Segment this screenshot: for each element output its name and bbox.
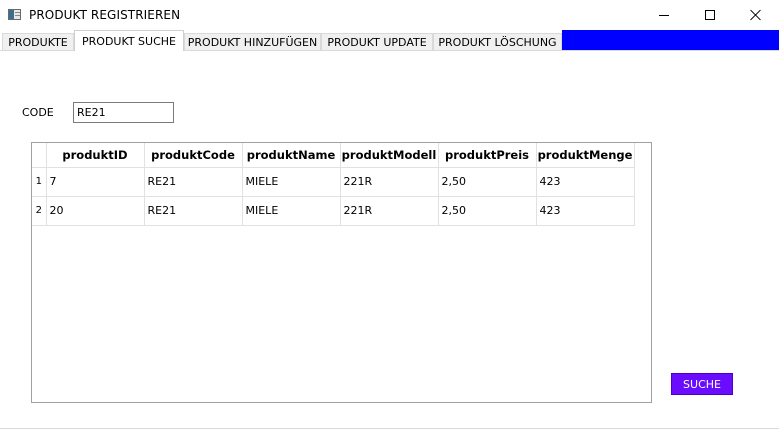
- cell-produktmenge[interactable]: 423: [536, 196, 635, 226]
- cell-produktcode[interactable]: RE21: [144, 196, 243, 226]
- code-label: CODE: [22, 106, 54, 119]
- cell-produktmodell[interactable]: 221R: [340, 196, 439, 226]
- minimize-icon: [659, 14, 669, 16]
- row-number[interactable]: 2: [32, 196, 47, 226]
- column-header-produktid[interactable]: produktID: [46, 143, 145, 168]
- close-button[interactable]: [733, 0, 779, 30]
- maximize-button[interactable]: [687, 0, 733, 30]
- cell-produktmenge[interactable]: 423: [536, 167, 635, 197]
- minimize-button[interactable]: [641, 0, 687, 30]
- column-header-produktcode[interactable]: produktCode: [144, 143, 243, 168]
- tab-bar-filler: [562, 30, 779, 50]
- cell-produktmodell[interactable]: 221R: [340, 167, 439, 197]
- cell-produktpreis[interactable]: 2,50: [438, 167, 537, 197]
- tab-produkt-hinzufuegen[interactable]: PRODUKT HINZUFÜGEN: [184, 33, 321, 51]
- row-number[interactable]: 1: [32, 167, 47, 197]
- close-icon: [750, 9, 762, 21]
- title-bar: PRODUKT REGISTRIEREN: [0, 0, 779, 30]
- cell-produktcode[interactable]: RE21: [144, 167, 243, 197]
- table-header-row: produktID produktCode produktName produk…: [32, 143, 635, 168]
- window-bottom-border: [0, 428, 779, 429]
- code-input[interactable]: [73, 102, 174, 123]
- window-title: PRODUKT REGISTRIEREN: [29, 8, 181, 22]
- column-header-produktmenge[interactable]: produktMenge: [536, 143, 635, 168]
- results-table[interactable]: produktID produktCode produktName produk…: [31, 142, 652, 403]
- cell-produktpreis[interactable]: 2,50: [438, 196, 537, 226]
- tab-bar: PRODUKTE PRODUKT SUCHE PRODUKT HINZUFÜGE…: [0, 30, 779, 51]
- tab-produkt-loeschung[interactable]: PRODUKT LÖSCHUNG: [433, 33, 562, 51]
- cell-produktname[interactable]: MIELE: [242, 196, 341, 226]
- column-header-produktpreis[interactable]: produktPreis: [438, 143, 537, 168]
- maximize-icon: [705, 10, 715, 20]
- tab-produkt-suche[interactable]: PRODUKT SUCHE: [74, 30, 184, 51]
- column-header-produktname[interactable]: produktName: [242, 143, 341, 168]
- cell-produktname[interactable]: MIELE: [242, 167, 341, 197]
- cell-produktid[interactable]: 20: [46, 196, 145, 226]
- tab-produkte[interactable]: PRODUKTE: [2, 33, 74, 51]
- search-button[interactable]: SUCHE: [671, 373, 733, 395]
- table-corner-cell[interactable]: [32, 143, 47, 168]
- column-header-produktmodell[interactable]: produktModell: [340, 143, 439, 168]
- app-window-icon: [8, 9, 21, 20]
- cell-produktid[interactable]: 7: [46, 167, 145, 197]
- table-row[interactable]: 2 20 RE21 MIELE 221R 2,50 423: [32, 196, 635, 226]
- tab-produkt-update[interactable]: PRODUKT UPDATE: [321, 33, 433, 51]
- table-row[interactable]: 1 7 RE21 MIELE 221R 2,50 423: [32, 167, 635, 197]
